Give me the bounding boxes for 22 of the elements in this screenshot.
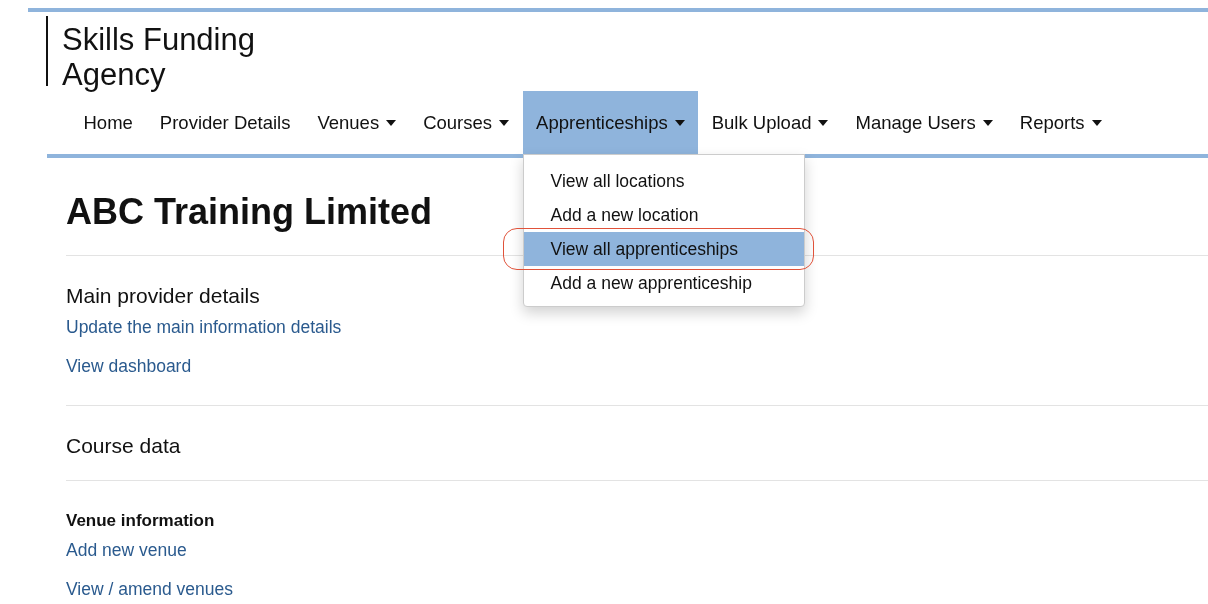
nav-item[interactable]: Bulk Upload	[698, 91, 842, 154]
logo-text: Agency	[62, 57, 166, 92]
section-heading: Course data	[66, 433, 181, 459]
link[interactable]: View dashboard	[66, 355, 192, 377]
menu-item[interactable]: Add a new apprenticeship	[523, 266, 804, 300]
page-title: ABC Training Limited	[66, 190, 432, 234]
nav-item[interactable]: Venues	[303, 91, 410, 154]
nav-item[interactable]: Apprenticeships	[522, 91, 699, 154]
nav-item[interactable]: Reports	[1006, 91, 1116, 154]
link[interactable]: View / amend venues	[66, 578, 233, 600]
nav-item[interactable]: Provider Details	[146, 91, 304, 154]
nav-item[interactable]: Manage Users	[841, 91, 1007, 154]
nav-item[interactable]: Courses	[409, 91, 523, 154]
nav-item[interactable]: Home	[70, 91, 147, 154]
link[interactable]: Update the main information details	[66, 316, 342, 338]
logo-text: Skills Funding	[62, 22, 255, 57]
menu-item[interactable]: Add a new location	[523, 198, 804, 232]
section-heading: Main provider details	[66, 283, 260, 309]
menu-item[interactable]: View all apprenticeships	[523, 232, 804, 266]
menu-item[interactable]: View all locations	[523, 164, 804, 198]
subsection-heading: Venue information	[66, 510, 215, 532]
link[interactable]: Add new venue	[66, 539, 187, 561]
